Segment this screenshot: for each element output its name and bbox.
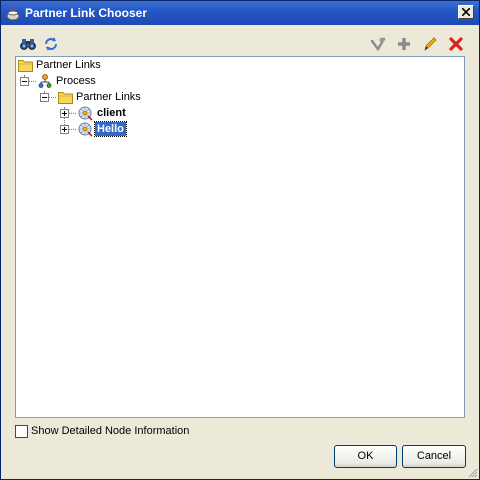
collapse-toggle[interactable] bbox=[40, 93, 49, 102]
filter-icon bbox=[370, 37, 386, 52]
partner-link-chooser-dialog: Partner Link Chooser Partner Links Proce… bbox=[0, 0, 480, 480]
tree-node-label: client bbox=[97, 107, 126, 119]
tree-node-label: Partner Links bbox=[76, 91, 141, 103]
close-icon bbox=[462, 8, 470, 16]
tree-node-client[interactable]: client bbox=[16, 105, 146, 121]
resize-grip-icon[interactable] bbox=[467, 467, 478, 478]
tree-node-label: Process bbox=[56, 75, 96, 87]
filter-button[interactable] bbox=[368, 34, 388, 54]
expand-toggle[interactable] bbox=[60, 109, 69, 118]
edit-icon bbox=[424, 37, 437, 51]
delete-icon bbox=[449, 37, 463, 51]
add-button[interactable] bbox=[394, 34, 414, 54]
partner-link-icon bbox=[78, 106, 93, 121]
tree-node-partner-links[interactable]: Partner Links bbox=[16, 89, 156, 105]
delete-button[interactable] bbox=[446, 34, 466, 54]
expand-toggle[interactable] bbox=[60, 125, 69, 134]
binoculars-icon bbox=[20, 39, 36, 50]
show-detailed-info-label: Show Detailed Node Information bbox=[31, 425, 190, 437]
app-icon bbox=[5, 5, 21, 21]
refresh-button[interactable] bbox=[41, 34, 61, 54]
tree-node-label: Partner Links bbox=[36, 59, 101, 71]
add-icon bbox=[398, 38, 410, 50]
folder-icon bbox=[58, 92, 73, 104]
partner-link-tree[interactable]: Partner Links Process Partner Links clie… bbox=[15, 56, 465, 418]
ok-button[interactable]: OK bbox=[334, 445, 397, 468]
close-button[interactable] bbox=[458, 5, 474, 19]
title-bar[interactable]: Partner Link Chooser bbox=[1, 1, 479, 25]
tree-node-process[interactable]: Process bbox=[16, 73, 136, 89]
tree-node-root[interactable]: Partner Links bbox=[16, 57, 136, 73]
partner-link-icon bbox=[78, 122, 93, 137]
window-title: Partner Link Chooser bbox=[25, 6, 148, 20]
edit-button[interactable] bbox=[420, 34, 440, 54]
tree-node-hello[interactable]: Hello bbox=[16, 121, 146, 137]
tree-node-label-selected: Hello bbox=[94, 121, 127, 137]
cancel-button[interactable]: Cancel bbox=[402, 445, 466, 468]
find-button[interactable] bbox=[18, 34, 38, 54]
refresh-icon bbox=[45, 37, 57, 51]
collapse-toggle[interactable] bbox=[20, 77, 29, 86]
folder-icon bbox=[18, 60, 33, 72]
process-icon bbox=[38, 74, 52, 88]
show-detailed-info-checkbox[interactable] bbox=[15, 425, 28, 438]
